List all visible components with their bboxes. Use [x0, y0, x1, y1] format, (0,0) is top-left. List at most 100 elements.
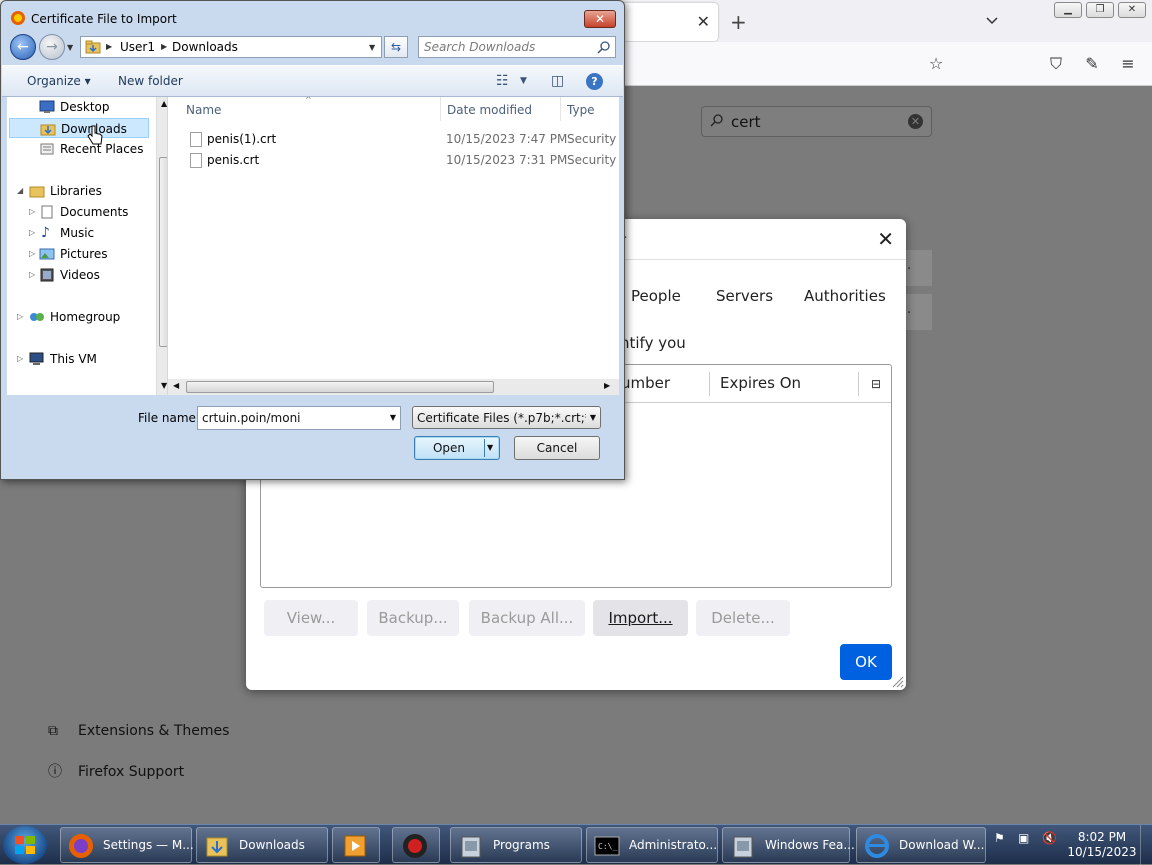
sidebar-item-music[interactable]: ▷ ♪ Music: [7, 223, 149, 243]
show-desktop-button[interactable]: [1140, 825, 1152, 865]
scroll-left-icon[interactable]: ◀: [173, 381, 179, 390]
address-dropdown-icon[interactable]: ▼: [369, 43, 375, 52]
close-window-icon[interactable]: ✕: [1118, 2, 1146, 18]
table-row[interactable]: penis.crt 10/15/2023 7:31 PM Security Ce…: [168, 150, 619, 170]
backup-all-button[interactable]: Backup All...: [469, 600, 585, 636]
restore-icon[interactable]: ❐: [1086, 2, 1114, 18]
column-name[interactable]: Name: [186, 103, 221, 117]
view-options-icon[interactable]: ☷: [496, 73, 509, 89]
file-list-hscrollbar[interactable]: ◀ ▶: [168, 379, 619, 395]
breadcrumb-downloads[interactable]: Downloads: [172, 40, 238, 54]
tab-authorities[interactable]: Authorities: [804, 287, 886, 305]
scroll-down-icon[interactable]: ▼: [161, 381, 167, 390]
volume-muted-icon[interactable]: 🔇: [1042, 831, 1057, 845]
column-serial-number[interactable]: umber: [621, 374, 670, 392]
back-button[interactable]: ←: [10, 34, 36, 60]
taskbar-download-ie[interactable]: Download W...: [856, 827, 986, 863]
taskbar-windows-features[interactable]: Windows Fea...: [722, 827, 855, 863]
tab-people[interactable]: People: [631, 287, 681, 305]
expand-icon[interactable]: ▷: [17, 307, 23, 327]
bookmark-star-icon[interactable]: ☆: [926, 54, 946, 74]
search-input[interactable]: Search Downloads: [418, 36, 616, 58]
expand-icon[interactable]: ▷: [17, 349, 23, 369]
sidebar-item-firefox-support[interactable]: ⓘ Firefox Support: [48, 761, 184, 781]
chevron-down-icon[interactable]: ▼: [390, 413, 396, 422]
sidebar-item-homegroup[interactable]: ▷ Homegroup: [7, 307, 149, 327]
scroll-right-icon[interactable]: ▶: [604, 381, 610, 390]
breadcrumb-separator[interactable]: ▶: [106, 42, 112, 51]
network-icon[interactable]: ▣: [1018, 831, 1029, 845]
organize-button[interactable]: Organize ▾: [27, 74, 91, 88]
sidebar-item-recent-places[interactable]: Recent Places: [7, 139, 149, 159]
new-tab-icon[interactable]: +: [730, 10, 747, 34]
help-icon[interactable]: ?: [586, 73, 603, 90]
taskbar-downloads[interactable]: Downloads: [196, 827, 328, 863]
sidebar-item-downloads[interactable]: Downloads: [9, 118, 149, 138]
file-type-filter[interactable]: Certificate Files (*.p7b;*.crt;*.cert;*.…: [412, 406, 601, 429]
system-clock[interactable]: 8:02 PM 10/15/2023: [1066, 830, 1138, 860]
expand-icon[interactable]: ▷: [29, 202, 35, 222]
tab-servers[interactable]: Servers: [716, 287, 773, 305]
taskbar-administrator-cmd[interactable]: C:\_ Administrato...: [586, 827, 718, 863]
action-center-flag-icon[interactable]: ⚑: [994, 831, 1005, 845]
sidebar-item-this-vm[interactable]: ▷ This VM: [7, 349, 149, 369]
column-date-modified[interactable]: Date modified: [447, 103, 532, 117]
minimize-icon[interactable]: ▁: [1054, 2, 1082, 18]
scrollbar-thumb[interactable]: [159, 157, 167, 347]
taskbar-recorder[interactable]: [392, 827, 440, 863]
view-button[interactable]: View...: [264, 600, 358, 636]
new-folder-button[interactable]: New folder: [118, 74, 183, 88]
column-divider[interactable]: [440, 97, 441, 121]
nav-scrollbar[interactable]: ▲ ▼: [156, 97, 167, 395]
preview-pane-icon[interactable]: ◫: [551, 73, 564, 89]
extensions-icon[interactable]: ✎: [1082, 54, 1102, 74]
collapse-icon[interactable]: ◢: [17, 181, 23, 201]
breadcrumb-separator[interactable]: ▶: [161, 42, 167, 51]
tab-settings[interactable]: ✕: [610, 3, 718, 41]
sidebar-item-videos[interactable]: ▷ Videos: [7, 265, 149, 285]
sidebar-item-pictures[interactable]: ▷ Pictures: [7, 244, 149, 264]
breadcrumb-user1[interactable]: User1: [120, 40, 155, 54]
taskbar-media-player[interactable]: [332, 827, 380, 863]
close-icon[interactable]: ✕: [877, 227, 894, 251]
file-name-field[interactable]: crtuin.poin/moni ▼: [197, 406, 401, 430]
import-button[interactable]: Import...: [593, 600, 688, 636]
table-row[interactable]: penis(1).crt 10/15/2023 7:47 PM Security…: [168, 129, 619, 149]
address-bar[interactable]: ▶ User1 ▶ Downloads ▼: [80, 36, 382, 58]
taskbar-programs[interactable]: Programs: [450, 827, 582, 863]
cancel-button[interactable]: Cancel: [514, 436, 600, 460]
scrollbar-thumb[interactable]: [186, 381, 494, 393]
menu-icon[interactable]: ≡: [1118, 54, 1138, 74]
refresh-icon[interactable]: ⇆: [384, 36, 408, 58]
resize-grip-icon[interactable]: [892, 676, 904, 688]
expand-icon[interactable]: ▷: [29, 244, 35, 264]
pocket-icon[interactable]: ⛉: [1046, 54, 1066, 74]
column-divider[interactable]: [560, 97, 561, 121]
sidebar-item-extensions-themes[interactable]: ⧉ Extensions & Themes: [48, 723, 229, 739]
taskbar-firefox-settings[interactable]: Settings — M...: [60, 827, 194, 863]
settings-search-input[interactable]: cert ✕: [701, 106, 932, 137]
list-all-tabs-icon[interactable]: [984, 12, 1000, 28]
start-button[interactable]: [3, 826, 47, 864]
clear-search-icon[interactable]: ✕: [908, 114, 923, 129]
sidebar-item-desktop[interactable]: Desktop: [7, 97, 149, 117]
view-dropdown-icon[interactable]: ▼: [520, 76, 527, 86]
column-expires-on[interactable]: Expires On: [720, 374, 801, 392]
sidebar-item-documents[interactable]: ▷ Documents: [7, 202, 149, 222]
backup-button[interactable]: Backup...: [367, 600, 459, 636]
ok-button[interactable]: OK: [840, 644, 892, 680]
column-picker-icon[interactable]: ⊟: [871, 377, 881, 391]
open-button[interactable]: Open ▼: [414, 436, 500, 460]
chevron-down-icon[interactable]: ▼: [586, 407, 600, 428]
scroll-up-icon[interactable]: ▲: [161, 99, 167, 108]
expand-icon[interactable]: ▷: [29, 265, 35, 285]
column-type[interactable]: Type: [567, 103, 595, 117]
recent-locations-icon[interactable]: ▼: [67, 43, 73, 52]
delete-button[interactable]: Delete...: [696, 600, 790, 636]
open-dropdown-icon[interactable]: ▼: [487, 437, 493, 459]
forward-button[interactable]: →: [39, 34, 65, 60]
close-icon[interactable]: ✕: [584, 10, 616, 28]
sidebar-item-libraries[interactable]: ◢ Libraries: [7, 181, 149, 201]
tab-close-icon[interactable]: ✕: [697, 12, 710, 31]
expand-icon[interactable]: ▷: [29, 223, 35, 243]
